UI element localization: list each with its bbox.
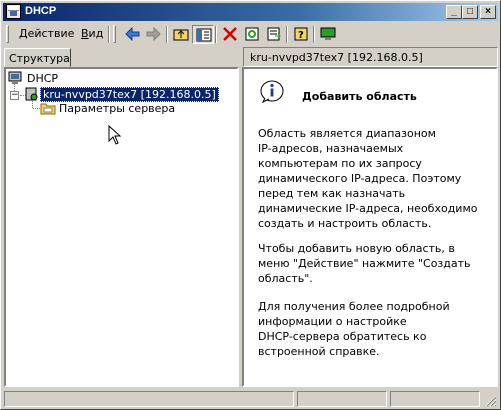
menu-action-label: ействие: [27, 27, 75, 40]
show-hide-tree-button[interactable]: [192, 25, 214, 44]
status-cell-2: [297, 391, 387, 407]
menu-view-label: ид: [88, 27, 104, 40]
monitor-button[interactable]: [317, 25, 339, 44]
info-help-hint: Для получения более подробной информации…: [258, 300, 450, 358]
pane-headers: Структура kru-nvvpd37tex7 [192.168.0.5]: [3, 47, 498, 67]
delete-button[interactable]: [219, 25, 241, 44]
console-tree[interactable]: DHCP − kru-nvvpd37tex7 [192.168.0.5] Пар…: [4, 67, 239, 387]
menu-view-accel: В: [81, 27, 89, 40]
info-title: Добавить область: [302, 90, 417, 103]
up-folder-icon: [173, 29, 189, 41]
toolbar-separator: [215, 26, 217, 43]
properties-icon: [245, 27, 259, 41]
status-cell-main: [4, 391, 294, 407]
toolbar-separator: [108, 26, 110, 43]
menu-toolbar-bar: Действие Вид ?: [3, 21, 498, 46]
show-hide-tree-icon: [196, 28, 212, 42]
status-cell-3: [390, 391, 480, 407]
help-icon: ?: [294, 27, 308, 41]
back-icon: [125, 27, 140, 41]
properties-button[interactable]: [241, 25, 263, 44]
expand-collapse-toggle[interactable]: −: [10, 91, 19, 100]
info-add-scope-hint: Чтобы добавить новую область, в меню "Де…: [258, 242, 471, 285]
toolbar-separator: [166, 26, 168, 43]
info-description: Область является диапазоном IP-адресов, …: [258, 127, 478, 230]
minimize-button[interactable]: _: [446, 5, 462, 19]
close-button[interactable]: ×: [480, 5, 496, 19]
tree-label-server: kru-nvvpd37tex7 [192.168.0.5]: [40, 87, 219, 102]
toolbar-separator: [313, 26, 315, 43]
tree-line: [33, 108, 40, 109]
info-icon: [260, 80, 284, 103]
tree-label-server-options: Параметры сервера: [59, 102, 176, 115]
help-button[interactable]: ?: [290, 25, 312, 44]
menu-action-accel: Д: [19, 27, 28, 40]
title-bar[interactable]: DHCP _ □ ×: [3, 3, 498, 21]
menu-view[interactable]: Вид: [81, 27, 103, 40]
toolbar-separator: [286, 26, 288, 43]
forward-button[interactable]: [143, 25, 165, 44]
tree-label-dhcp: DHCP: [27, 72, 59, 85]
delete-icon: [223, 27, 237, 41]
right-pane-header: kru-nvvpd37tex7 [192.168.0.5]: [243, 47, 498, 67]
dhcp-root-icon: [8, 71, 22, 84]
server-icon: [25, 87, 38, 101]
mouse-cursor-icon: [108, 125, 122, 145]
menubar-grip: [6, 25, 9, 43]
menu-action[interactable]: Действие: [19, 27, 74, 40]
monitor-icon: [320, 27, 336, 40]
folder-options-icon: [40, 103, 56, 115]
toolbar-grip: [113, 25, 116, 43]
svg-text:?: ?: [298, 30, 304, 41]
dhcp-app-icon[interactable]: [6, 4, 21, 19]
dhcp-window: DHCP _ □ × Действие Вид ? Структура kru-…: [0, 0, 501, 410]
back-button[interactable]: [121, 25, 143, 44]
up-one-level-button[interactable]: [170, 25, 192, 44]
export-list-button[interactable]: [263, 25, 285, 44]
details-pane: Добавить область Область является диапаз…: [242, 67, 498, 387]
window-title: DHCP: [25, 5, 57, 17]
export-list-icon: [267, 27, 282, 41]
status-bar: [3, 389, 498, 408]
maximize-button[interactable]: □: [462, 5, 478, 19]
resize-grip-icon[interactable]: [485, 395, 497, 407]
tab-structure[interactable]: Структура: [4, 48, 71, 67]
forward-icon: [146, 27, 161, 41]
